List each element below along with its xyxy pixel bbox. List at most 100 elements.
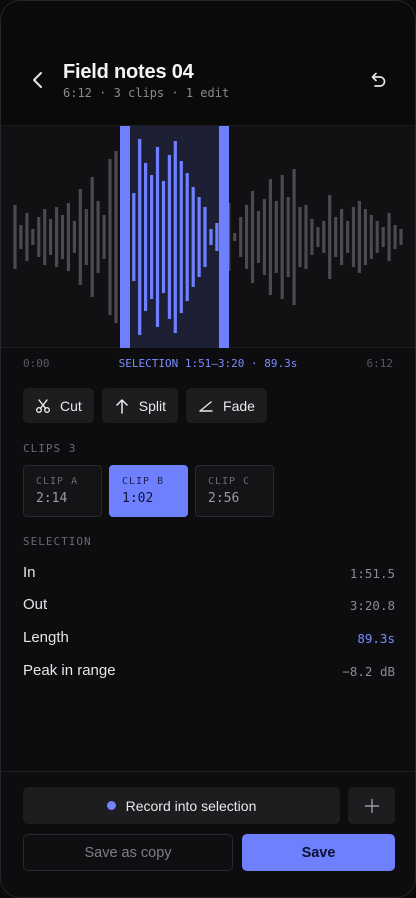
waveform-bar — [31, 229, 35, 245]
waveform-bar — [49, 219, 53, 255]
waveform-bar — [268, 179, 272, 295]
waveform-bar — [150, 175, 154, 299]
scissors-icon — [36, 398, 50, 413]
waveform-bar — [245, 205, 249, 269]
stat-length: Length 89.3s — [23, 629, 395, 649]
waveform-bar — [132, 193, 136, 281]
waveform-bar — [340, 209, 344, 265]
waveform-bar — [161, 181, 166, 293]
undo-button[interactable] — [363, 65, 393, 95]
selection-heading: SELECTION — [23, 535, 92, 548]
timeline-end: 6:12 — [366, 357, 394, 370]
waveform-bar — [173, 141, 177, 333]
waveform-bar — [357, 201, 361, 273]
save-button[interactable]: Save — [242, 834, 395, 871]
clip-name: CLIP B — [122, 476, 165, 487]
waveform[interactable] — [1, 125, 415, 348]
waveform-bar — [274, 201, 278, 273]
waveform-bar — [292, 169, 296, 305]
chevron-left-icon — [33, 72, 42, 88]
waveform-bar — [304, 205, 308, 269]
waveform-bar — [363, 209, 367, 265]
clip-c[interactable]: CLIP C 2:56 — [195, 465, 274, 517]
stat-value: 89.3s — [357, 631, 395, 646]
waveform-bar — [203, 207, 207, 267]
waveform-bar — [13, 205, 17, 269]
selection-end-handle[interactable] — [219, 126, 229, 348]
stat-value: −8.2 dB — [342, 664, 395, 679]
add-button[interactable] — [348, 787, 395, 824]
cut-label: Cut — [60, 397, 82, 414]
waveform-bar — [102, 215, 106, 259]
waveform-bar — [286, 197, 290, 277]
arrow-up-icon — [116, 398, 128, 414]
waveform-bar — [393, 225, 397, 249]
stat-peak: Peak in range −8.2 dB — [23, 662, 395, 682]
save-as-copy-button[interactable]: Save as copy — [23, 834, 233, 871]
waveform-bar — [78, 189, 82, 285]
stat-value: 1:51.5 — [349, 566, 395, 581]
waveform-bar — [399, 229, 403, 245]
split-label: Split — [138, 397, 167, 414]
cut-button[interactable]: Cut — [23, 388, 94, 423]
clip-name: CLIP C — [208, 476, 251, 487]
waveform-bar — [179, 161, 183, 313]
header: Field notes 04 6:12 · 3 clips · 1 edit — [1, 1, 415, 125]
plus-icon — [364, 798, 379, 813]
selection-start-handle[interactable] — [120, 126, 130, 348]
waveform-bar — [108, 159, 112, 315]
waveform-bar — [256, 211, 261, 263]
waveform-bar — [144, 163, 148, 311]
waveform-bar — [316, 227, 320, 247]
record-label: Record into selection — [125, 797, 257, 814]
undo-icon — [371, 72, 386, 87]
waveform-bar — [239, 217, 243, 257]
stat-out: Out 3:20.8 — [23, 596, 395, 616]
waveform-bar — [233, 233, 237, 241]
waveform-bar — [387, 213, 391, 261]
waveform-bar — [185, 173, 189, 301]
page-subtitle: 6:12 · 3 clips · 1 edit — [63, 86, 230, 100]
footer-divider — [1, 771, 415, 772]
waveform-bar — [19, 225, 23, 249]
stat-label: Peak in range — [23, 662, 116, 679]
waveform-bar — [215, 223, 219, 251]
clip-duration: 2:56 — [208, 491, 240, 506]
waveform-bar — [167, 155, 171, 319]
record-dot-icon — [106, 801, 116, 810]
fade-label: Fade — [223, 397, 255, 414]
clip-b[interactable]: CLIP B 1:02 — [109, 465, 188, 517]
clip-name: CLIP A — [36, 476, 79, 487]
clip-duration: 1:02 — [122, 491, 154, 506]
waveform-bar — [262, 199, 266, 275]
app-window: Field notes 04 6:12 · 3 clips · 1 edit 0… — [0, 0, 416, 898]
timeline-labels: 0:00 SELECTION 1:51–3:20 · 89.3s 6:12 — [1, 357, 415, 373]
clips-count: 3 — [68, 442, 77, 455]
stat-label: Out — [23, 596, 48, 613]
waveform-bar — [334, 217, 338, 257]
waveform-bar — [191, 187, 195, 287]
page-title: Field notes 04 — [63, 61, 194, 83]
waveform-bar — [37, 217, 41, 257]
split-button[interactable]: Split — [101, 388, 179, 423]
waveform-bar — [328, 195, 332, 279]
back-button[interactable] — [23, 65, 53, 95]
waveform-bar — [209, 229, 213, 245]
fade-button[interactable]: Fade — [186, 388, 267, 423]
stat-in: In 1:51.5 — [23, 564, 395, 584]
waveform-bar — [66, 203, 70, 271]
clip-a[interactable]: CLIP A 2:14 — [23, 465, 102, 517]
stat-label: Length — [23, 629, 69, 646]
stat-label: In — [23, 564, 36, 581]
waveform-bar — [381, 227, 385, 247]
waveform-bar — [60, 215, 65, 259]
waveform-bar — [90, 177, 94, 297]
waveform-bar — [351, 207, 356, 267]
record-into-selection-button[interactable]: Record into selection — [23, 787, 340, 824]
selection-readout: SELECTION 1:51–3:20 · 89.3s — [118, 357, 298, 370]
waveform-bar — [280, 175, 284, 299]
waveform-canvas[interactable] — [1, 126, 415, 348]
waveform-bar — [138, 139, 142, 335]
fade-icon — [199, 400, 213, 412]
waveform-bar — [84, 209, 88, 265]
